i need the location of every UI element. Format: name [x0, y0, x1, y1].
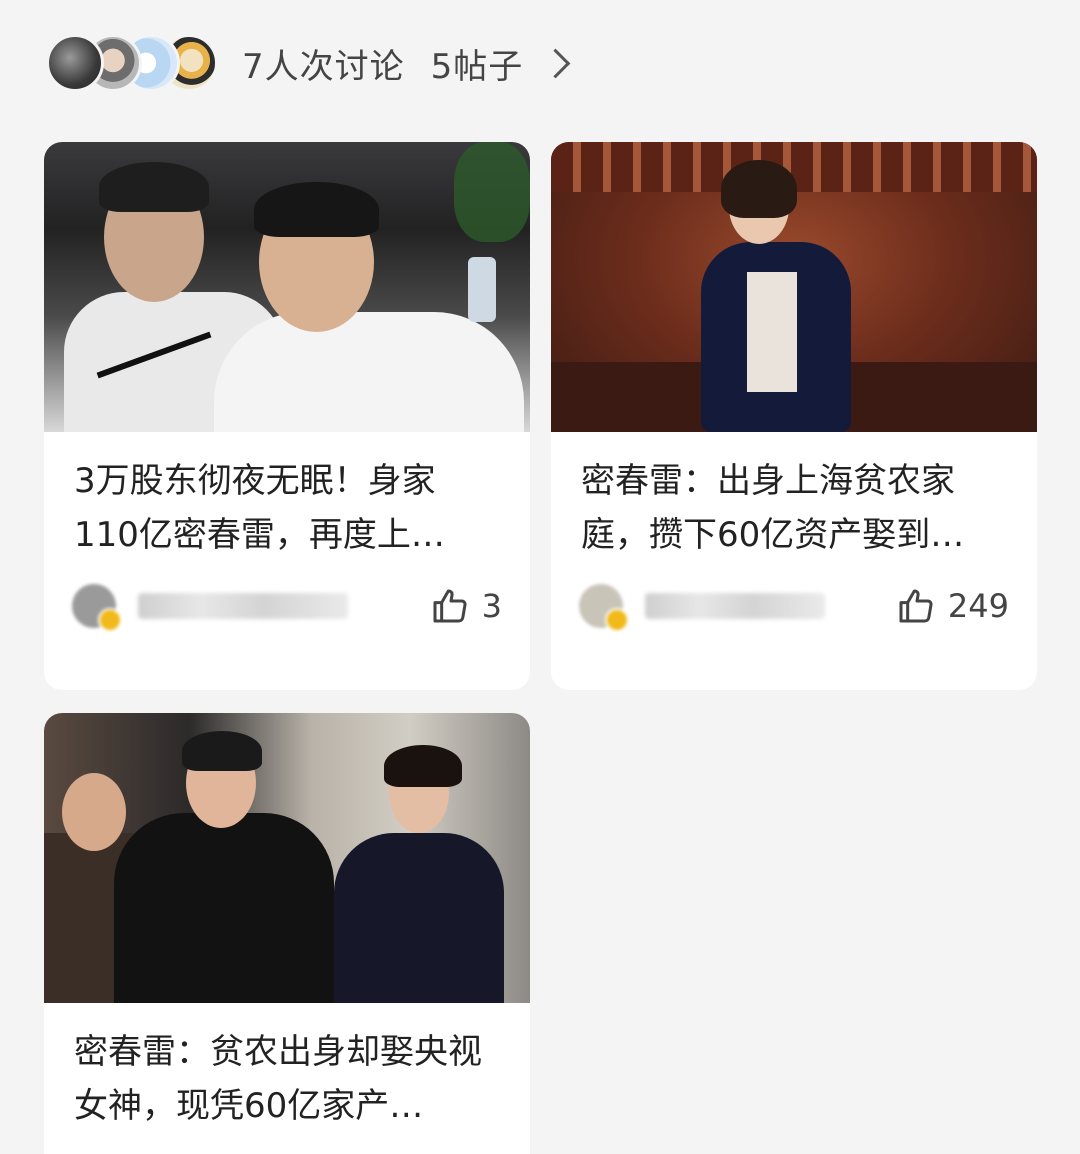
discussion-summary[interactable]: 7人次讨论 5帖子: [46, 30, 571, 96]
post-image: [551, 142, 1037, 432]
post-card-2[interactable]: 密春雷：出身上海贫农家庭，攒下60亿资产娶到… 249: [551, 142, 1037, 690]
avatar: [46, 34, 104, 92]
post-image: [44, 713, 530, 1003]
author-avatar: [579, 584, 629, 632]
author-name-blurred: [138, 593, 348, 619]
like-count: 3: [481, 587, 502, 625]
post-title: 密春雷：出身上海贫农家庭，攒下60亿资产娶到…: [581, 461, 965, 555]
author-name-blurred: [645, 593, 825, 619]
post-title: 3万股东彻夜无眠！身家110亿密春雷，再度上…: [74, 461, 445, 555]
like-button[interactable]: 3: [430, 586, 502, 626]
like-count: 249: [947, 587, 1009, 625]
verified-badge-icon: [605, 608, 629, 632]
like-button[interactable]: 249: [896, 586, 1009, 626]
post-card-3[interactable]: 密春雷：贫农出身却娶央视女神，现凭60亿家产…: [44, 713, 530, 1154]
chevron-right-icon[interactable]: [540, 48, 571, 78]
thumbs-up-icon: [899, 589, 933, 623]
thumbs-up-icon: [433, 589, 467, 623]
post-image: [44, 142, 530, 432]
post-card-1[interactable]: 3万股东彻夜无眠！身家110亿密春雷，再度上… 3: [44, 142, 530, 690]
discussion-count: 7人次讨论: [242, 46, 405, 87]
author-info[interactable]: [579, 584, 825, 632]
verified-badge-icon: [98, 608, 122, 632]
discussion-feed: 7人次讨论 5帖子 3万股东彻夜无眠！身家110亿密春雷，再度上… 3 密春雷：…: [0, 0, 1080, 1154]
post-count: 5帖子: [430, 46, 524, 87]
participant-avatars: [46, 34, 218, 92]
author-info[interactable]: [72, 584, 348, 632]
author-avatar: [72, 584, 122, 632]
post-title: 密春雷：贫农出身却娶央视女神，现凭60亿家产…: [74, 1032, 482, 1126]
